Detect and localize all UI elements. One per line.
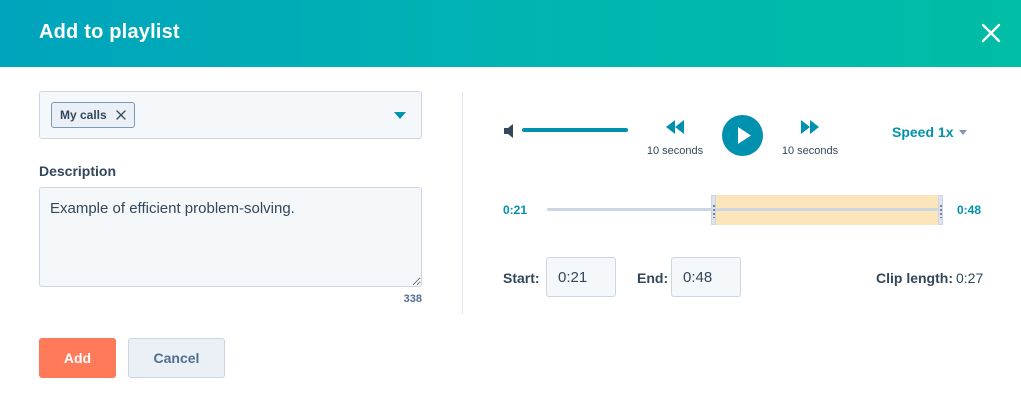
play-button[interactable]: [722, 115, 763, 156]
clip-length-label: Clip length:: [876, 270, 953, 286]
end-label: End:: [637, 270, 669, 286]
description-label: Description: [39, 163, 117, 179]
caret-down-icon[interactable]: [393, 111, 407, 120]
close-icon[interactable]: [978, 20, 1004, 46]
description-textarea[interactable]: Example of efficient problem-solving.: [39, 187, 422, 287]
grip-icon: [713, 204, 715, 218]
add-button[interactable]: Add: [39, 338, 116, 378]
dialog-header: Add to playlist: [0, 0, 1021, 67]
cancel-button[interactable]: Cancel: [128, 338, 225, 378]
speed-label: Speed 1x: [892, 124, 954, 140]
forward-label: 10 seconds: [781, 145, 839, 157]
playlist-tag: My calls: [51, 102, 135, 128]
start-time-input[interactable]: [546, 257, 616, 297]
fast-forward-icon[interactable]: [798, 119, 822, 135]
caret-down-icon: [959, 129, 968, 135]
timeline-start-time: 0:21: [503, 203, 528, 217]
character-count: 338: [403, 293, 422, 305]
volume-slider[interactable]: [522, 128, 628, 132]
clip-range[interactable]: [711, 195, 943, 225]
clip-length-value: 0:27: [956, 270, 984, 286]
close-small-icon[interactable]: [116, 110, 126, 120]
start-label: Start:: [503, 270, 540, 286]
timeline-end-time: 0:48: [957, 203, 982, 217]
playlist-select[interactable]: My calls: [39, 91, 422, 139]
clip-end-handle[interactable]: [938, 195, 943, 225]
rewind-label: 10 seconds: [646, 145, 704, 157]
speed-dropdown[interactable]: Speed 1x: [892, 123, 968, 141]
end-time-input[interactable]: [671, 257, 741, 297]
rewind-icon[interactable]: [663, 119, 687, 135]
playlist-tag-label: My calls: [60, 108, 107, 122]
column-divider: [462, 92, 463, 314]
volume-icon[interactable]: [503, 123, 517, 139]
dialog-title: Add to playlist: [39, 21, 180, 43]
clip-range-track: [715, 208, 939, 211]
play-icon: [738, 127, 751, 144]
grip-icon: [940, 204, 942, 218]
clip-start-handle[interactable]: [711, 195, 716, 225]
